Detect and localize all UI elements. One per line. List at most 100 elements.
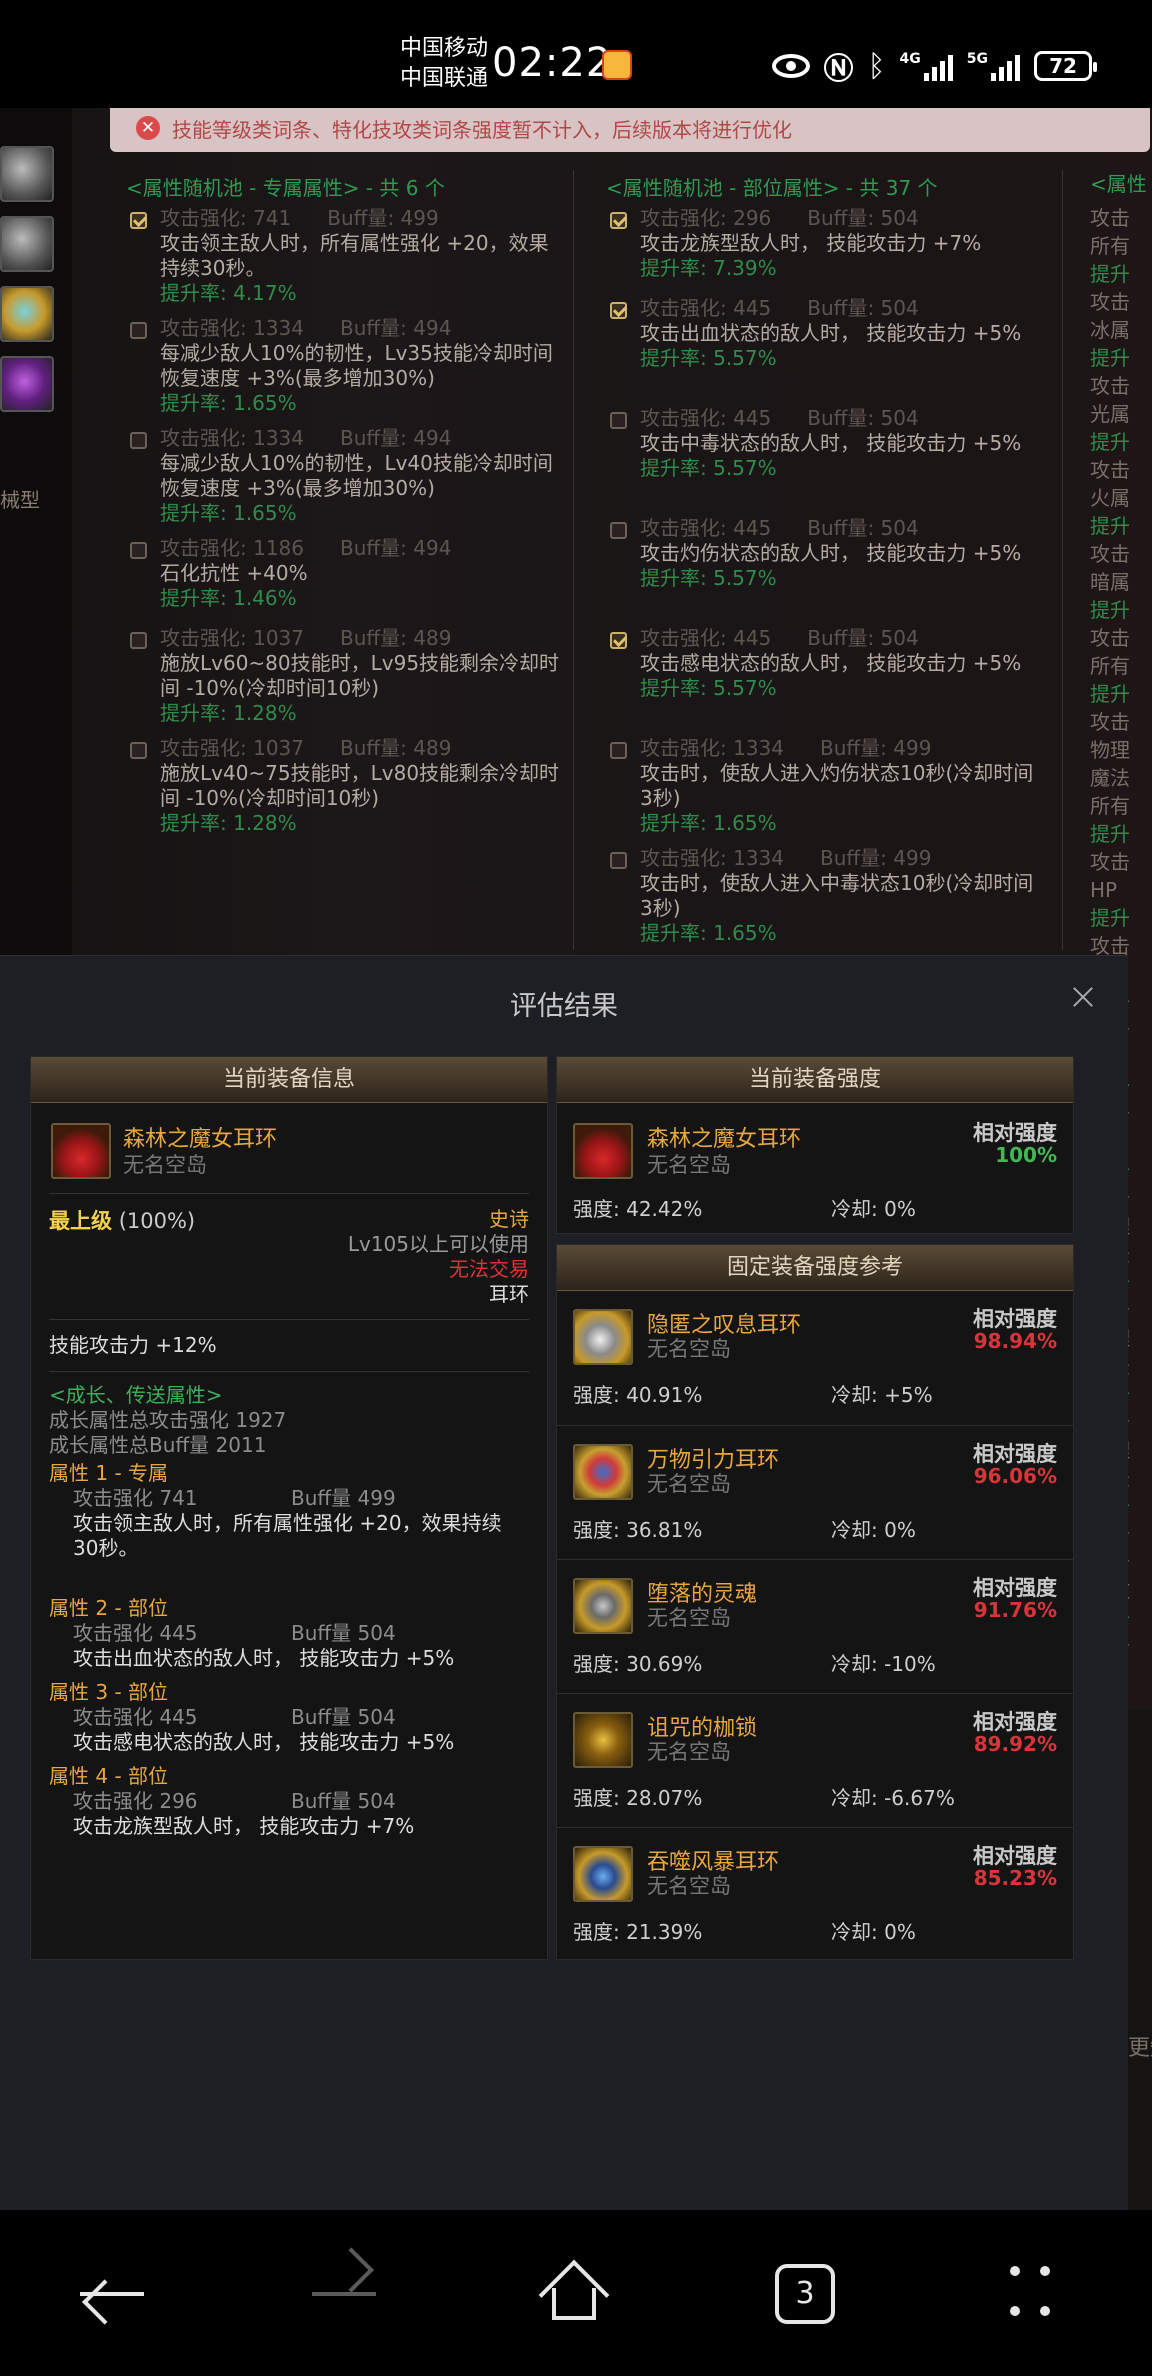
slot-thumb-1[interactable]: [0, 146, 54, 202]
slot-thumb-3[interactable]: [0, 286, 54, 342]
option-description: 石化抗性 +40%: [160, 561, 308, 585]
pool-extra-line: 提升: [1090, 346, 1130, 370]
menu-dots-icon[interactable]: [1010, 2266, 1060, 2322]
item-source: 无名空岛: [647, 1153, 731, 1177]
cooldown-value: 冷却: -6.67%: [831, 1786, 955, 1810]
option-buff: Buff量: 504: [807, 206, 919, 230]
pool-option: 攻击强化: 1334 Buff量: 494 每减少敌人10%的韧性，Lv35技能冷却…: [130, 316, 560, 416]
option-checkbox[interactable]: [610, 852, 627, 869]
pool-extra-line: 提升: [1090, 430, 1130, 454]
option-rate: 提升率: 1.28%: [160, 811, 297, 835]
option-description: 攻击领主敌人时，所有属性强化 +20，效果持续30秒。: [160, 231, 549, 280]
option-attack: 攻击强化: 1334: [640, 846, 784, 870]
slot-thumb-4[interactable]: [0, 356, 54, 412]
option-checkbox[interactable]: [610, 632, 627, 649]
option-attack: 攻击强化: 1334: [160, 316, 304, 340]
option-checkbox[interactable]: [130, 542, 147, 559]
close-button[interactable]: [1070, 984, 1096, 1010]
item-source: 无名空岛: [647, 1472, 731, 1496]
option-rate: 提升率: 1.65%: [640, 811, 777, 835]
column-divider: [573, 170, 574, 950]
option-attack: 攻击强化: 1186: [160, 536, 304, 560]
forward-arrow-icon[interactable]: [312, 2292, 376, 2296]
option-stats: 攻击强化: 1334 Buff量: 494: [160, 316, 560, 341]
slot-thumb-2[interactable]: [0, 216, 54, 272]
option-buff: Buff量: 504: [807, 296, 919, 320]
item-source: 无名空岛: [647, 1337, 731, 1361]
evaluation-dialog: 评估结果 当前装备信息 森林之魔女耳环 无名空岛 最上级 (100%) 史诗 L…: [0, 955, 1128, 2210]
option-buff: Buff量: 494: [340, 426, 452, 450]
network-type-1: 4G: [899, 51, 921, 67]
reference-item[interactable]: 吞噬风暴耳环 无名空岛 相对强度 85.23% 强度: 21.39% 冷却: 0%: [557, 1827, 1073, 1961]
dialog-title: 评估结果: [510, 991, 618, 1022]
option-checkbox[interactable]: [130, 322, 147, 339]
strength-value: 强度: 28.07%: [573, 1786, 703, 1810]
home-icon[interactable]: [538, 2259, 610, 2331]
option-checkbox[interactable]: [610, 522, 627, 539]
reference-item[interactable]: 诅咒的枷锁 无名空岛 相对强度 89.92% 强度: 28.07% 冷却: -6.67%: [557, 1693, 1073, 1827]
nfc-icon: Ⓝ: [823, 52, 854, 87]
reference-item[interactable]: 堕落的灵魂 无名空岛 相对强度 91.76% 强度: 30.69% 冷却: -10%: [557, 1559, 1073, 1693]
item-slot: 耳环: [489, 1282, 529, 1306]
item-source: 无名空岛: [647, 1606, 731, 1630]
option-stats: 攻击强化: 445 Buff量: 504: [640, 296, 1040, 321]
tabs-button[interactable]: 3: [775, 2264, 835, 2324]
option-checkbox[interactable]: [130, 212, 147, 229]
separator: [49, 1193, 529, 1194]
back-arrow-icon[interactable]: [80, 2292, 144, 2296]
attribute-title: 属性 1 - 专属: [49, 1461, 169, 1485]
pool-extra-line: 攻击: [1090, 374, 1130, 398]
strength-value: 强度: 42.42%: [573, 1197, 703, 1221]
option-rate: 提升率: 5.57%: [640, 676, 777, 700]
option-description: 攻击中毒状态的敌人时， 技能攻击力 +5%: [640, 431, 1022, 455]
reference-item[interactable]: 隐匿之叹息耳环 无名空岛 相对强度 98.94% 强度: 40.91% 冷却: +5%: [557, 1291, 1073, 1425]
option-stats: 攻击强化: 1037 Buff量: 489: [160, 736, 560, 761]
pool-extra-header: <属性: [1090, 172, 1147, 196]
left-sidebar: 械型: [0, 108, 72, 958]
attribute-buff: Buff量 499: [291, 1486, 396, 1510]
separator: [49, 1371, 529, 1372]
reference-item[interactable]: 万物引力耳环 无名空岛 相对强度 96.06% 强度: 36.81% 冷却: 0%: [557, 1425, 1073, 1559]
option-stats: 攻击强化: 445 Buff量: 504: [640, 406, 1040, 431]
attribute-title: 属性 3 - 部位: [49, 1680, 169, 1704]
item-source: 无名空岛: [647, 1874, 731, 1898]
carrier-labels: 中国移动 中国联通: [400, 34, 488, 94]
option-checkbox[interactable]: [610, 212, 627, 229]
option-checkbox[interactable]: [130, 432, 147, 449]
relative-strength-value: 89.92%: [973, 1732, 1057, 1756]
tab-count: 3: [795, 2276, 815, 2311]
pool-extra-line: 攻击: [1090, 290, 1130, 314]
strength-value: 强度: 30.69%: [573, 1652, 703, 1676]
relative-strength-value: 98.94%: [973, 1329, 1057, 1353]
option-description: 攻击时，使敌人进入中毒状态10秒(冷却时间3秒): [640, 871, 1034, 920]
option-buff: Buff量: 504: [807, 406, 919, 430]
option-stats: 攻击强化: 445 Buff量: 504: [640, 626, 1040, 651]
separator: [49, 1319, 529, 1320]
option-checkbox[interactable]: [610, 412, 627, 429]
cooldown-value: 冷却: 0%: [831, 1920, 916, 1944]
battery-icon: 72: [1034, 51, 1097, 81]
option-stats: 攻击强化: 296 Buff量: 504: [640, 206, 1040, 231]
item-source: 无名空岛: [123, 1153, 207, 1177]
cooldown-value: 冷却: 0%: [831, 1197, 916, 1221]
reference-panel: 固定装备强度参考 隐匿之叹息耳环 无名空岛 相对强度 98.94% 强度: 40.91%…: [556, 1244, 1074, 1960]
pool-extra-line: 所有: [1090, 794, 1130, 818]
growth-buff: 成长属性总Buff量 2011: [49, 1433, 267, 1457]
option-checkbox[interactable]: [610, 742, 627, 759]
pool-extra-line: 所有: [1090, 654, 1130, 678]
pool-extra-line: 暗属: [1090, 570, 1130, 594]
option-attack: 攻击强化: 741: [160, 206, 292, 230]
option-checkbox[interactable]: [610, 302, 627, 319]
option-stats: 攻击强化: 1037 Buff量: 489: [160, 626, 560, 651]
pool-option: 攻击强化: 445 Buff量: 504 攻击中毒状态的敌人时， 技能攻击力 +5%…: [610, 406, 1040, 481]
option-buff: Buff量: 499: [820, 846, 932, 870]
current-strength-header: 当前装备强度: [557, 1057, 1073, 1103]
attribute-attack: 攻击强化 445: [73, 1705, 198, 1729]
attribute-description: 攻击感电状态的敌人时， 技能攻击力 +5%: [73, 1730, 455, 1754]
growth-attack: 成长属性总攻击强化 1927: [49, 1408, 287, 1432]
option-checkbox[interactable]: [130, 632, 147, 649]
battery-level: 72: [1049, 54, 1077, 78]
attribute-description: 攻击出血状态的敌人时， 技能攻击力 +5%: [73, 1646, 455, 1670]
option-checkbox[interactable]: [130, 742, 147, 759]
option-stats: 攻击强化: 1334 Buff量: 499: [640, 846, 1040, 871]
